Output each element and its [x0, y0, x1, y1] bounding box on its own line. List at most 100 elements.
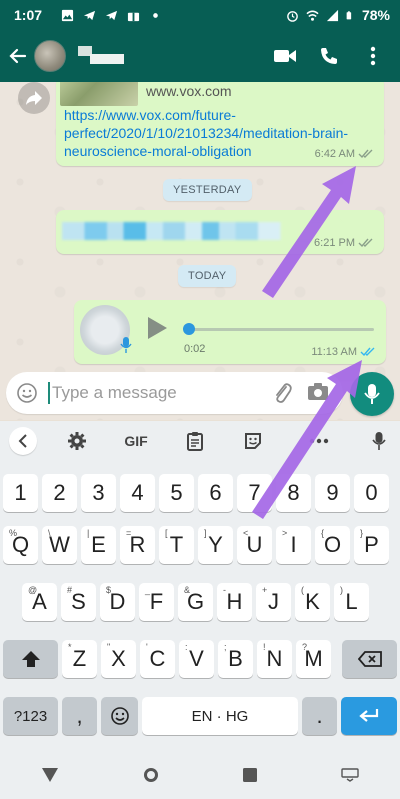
- back-button[interactable]: [2, 30, 34, 82]
- key-label: ?123: [13, 707, 48, 725]
- emoji-icon: [110, 707, 129, 725]
- contact-name[interactable]: [78, 46, 138, 66]
- clipboard-button[interactable]: [180, 421, 210, 461]
- key-label: V: [189, 646, 204, 671]
- system-nav-bar: [0, 751, 400, 799]
- key-label: 5: [170, 480, 183, 505]
- key-z[interactable]: * Z: [62, 640, 97, 678]
- forward-button[interactable]: [18, 82, 50, 114]
- key-w[interactable]: \ W: [42, 526, 77, 564]
- key-hint: $: [106, 585, 112, 595]
- voice-message-bubble[interactable]: 0:02 11:13 AM: [74, 300, 386, 364]
- key-7[interactable]: 7: [237, 474, 272, 512]
- message-bubble-blurred[interactable]: 6:21 PM: [56, 210, 384, 254]
- key-h[interactable]: -H: [217, 583, 252, 621]
- keyboard-more-button[interactable]: [304, 421, 334, 461]
- key-x[interactable]: " X: [101, 640, 136, 678]
- forward-icon: [26, 91, 42, 105]
- key-d[interactable]: $ D: [100, 583, 135, 621]
- key-v[interactable]: :V: [179, 640, 214, 678]
- voice-call-button[interactable]: [316, 43, 342, 69]
- enter-key[interactable]: [341, 697, 397, 735]
- keyboard-hide-icon[interactable]: [341, 768, 359, 782]
- status-time: 1:07: [14, 7, 43, 23]
- key-9[interactable]: 9: [315, 474, 350, 512]
- key-u[interactable]: < U: [237, 526, 272, 564]
- key-4[interactable]: 4: [120, 474, 155, 512]
- key-2[interactable]: 2: [42, 474, 77, 512]
- keyboard-back-button[interactable]: [8, 421, 38, 461]
- key-hint: ]: [204, 528, 207, 538]
- read-ticks-blue-icon: [360, 347, 375, 357]
- key-r[interactable]: = R: [120, 526, 155, 564]
- alarm-icon: [287, 10, 298, 22]
- nav-recents-icon[interactable]: [242, 767, 258, 783]
- key-hint: *: [68, 642, 72, 652]
- message-bubble-link[interactable]: www.vox.com https://www.vox.com/future-p…: [56, 82, 384, 166]
- clipboard-icon: [187, 432, 203, 451]
- symbols-key[interactable]: ?123: [3, 697, 58, 735]
- shift-icon: [21, 651, 40, 667]
- more-vert-icon: [370, 46, 376, 66]
- key-0[interactable]: 0: [354, 474, 389, 512]
- key-q[interactable]: % Q: [3, 526, 38, 564]
- key-i[interactable]: > I: [276, 526, 311, 564]
- key-b[interactable]: ; B: [218, 640, 253, 678]
- key-3[interactable]: 3: [81, 474, 116, 512]
- voice-record-button[interactable]: [350, 372, 394, 416]
- emoji-key[interactable]: [101, 697, 138, 735]
- period-key[interactable]: .: [302, 697, 337, 735]
- key-g[interactable]: & G: [178, 583, 213, 621]
- shift-key[interactable]: [3, 640, 58, 678]
- message-input[interactable]: Type a message: [6, 372, 343, 414]
- key-8[interactable]: 8: [276, 474, 311, 512]
- key-t[interactable]: [T: [159, 526, 194, 564]
- key-y[interactable]: ] Y: [198, 526, 233, 564]
- key-label: 0: [365, 480, 378, 505]
- link-preview-thumbnail[interactable]: [60, 82, 138, 106]
- key-a[interactable]: @ A: [22, 583, 57, 621]
- comma-key[interactable]: ,: [62, 697, 97, 735]
- key-l[interactable]: ) L: [334, 583, 369, 621]
- key-hint: [: [165, 528, 168, 538]
- key-k[interactable]: (K: [295, 583, 330, 621]
- key-p[interactable]: } P: [354, 526, 389, 564]
- key-hint: %: [9, 528, 18, 538]
- read-ticks-icon: [358, 238, 373, 248]
- sticker-button[interactable]: [238, 421, 268, 461]
- more-options-button[interactable]: [360, 43, 386, 69]
- backspace-key[interactable]: [342, 640, 397, 678]
- phone-icon: [321, 48, 337, 64]
- message-meta: 11:13 AM: [311, 346, 376, 358]
- key-label: R: [129, 532, 146, 557]
- key-label: 3: [92, 480, 105, 505]
- key-n[interactable]: ! N: [257, 640, 292, 678]
- voice-typing-button[interactable]: [364, 421, 394, 461]
- key-f[interactable]: _ F: [139, 583, 174, 621]
- keyboard-settings-button[interactable]: [62, 421, 92, 461]
- key-s[interactable]: # S: [61, 583, 96, 621]
- space-key[interactable]: EN · HG: [142, 697, 298, 735]
- key-5[interactable]: 5: [159, 474, 194, 512]
- voice-progress-knob[interactable]: [183, 323, 195, 335]
- key-m[interactable]: ? M: [296, 640, 331, 678]
- play-icon[interactable]: [146, 316, 168, 340]
- key-label: C: [149, 646, 166, 671]
- nav-home-icon[interactable]: [142, 766, 160, 784]
- emoji-icon[interactable]: [16, 382, 38, 404]
- camera-icon[interactable]: [307, 382, 329, 402]
- key-o[interactable]: {O: [315, 526, 350, 564]
- key-hint: -: [223, 585, 226, 595]
- key-c[interactable]: ' C: [140, 640, 175, 678]
- key-e[interactable]: | E: [81, 526, 116, 564]
- key-6[interactable]: 6: [198, 474, 233, 512]
- nav-back-icon[interactable]: [41, 767, 59, 783]
- key-label: M: [304, 646, 323, 671]
- paperclip-icon[interactable]: [271, 381, 293, 405]
- key-1[interactable]: 1: [3, 474, 38, 512]
- video-call-button[interactable]: [272, 43, 298, 69]
- voice-progress-track[interactable]: [189, 328, 374, 331]
- contact-avatar[interactable]: [34, 40, 66, 72]
- gif-button[interactable]: GIF: [118, 421, 154, 461]
- key-j[interactable]: + J: [256, 583, 291, 621]
